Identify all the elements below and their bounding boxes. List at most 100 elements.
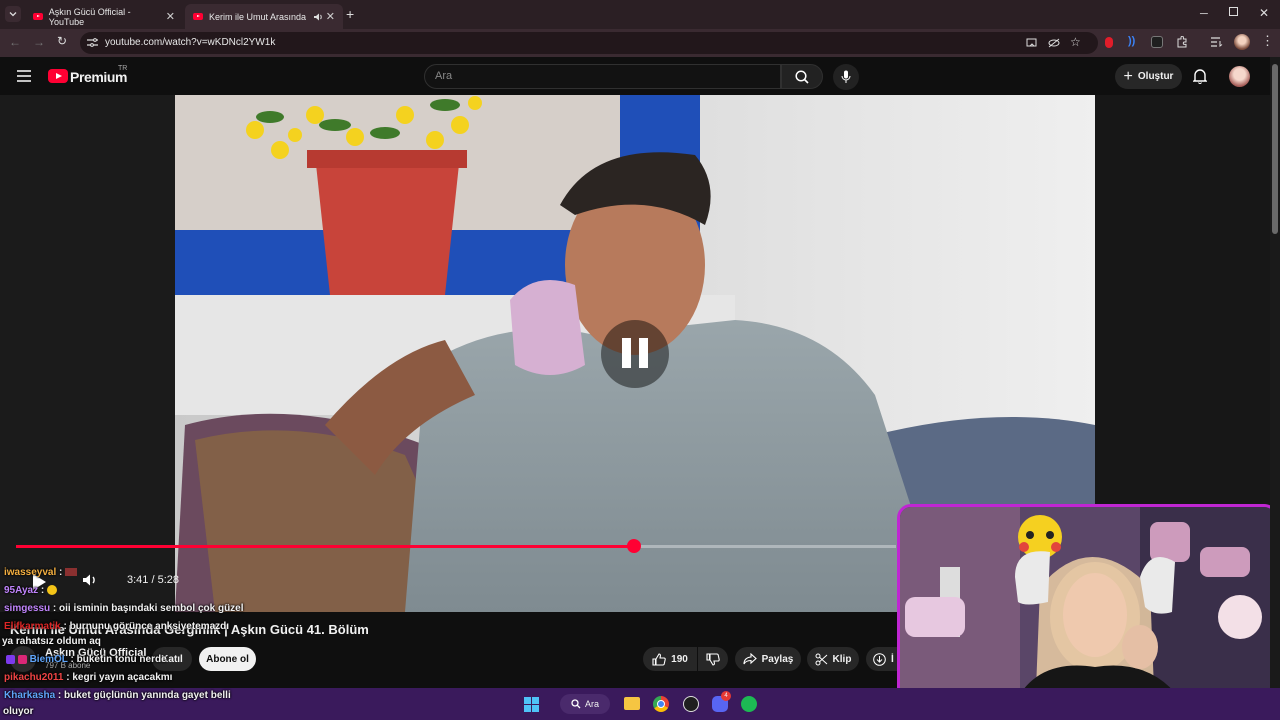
tab-label: Kerim ile Umut Arasında Ge	[209, 11, 307, 22]
chat-message: Elifkarmatik : burnunu görünce anksiyete…	[4, 621, 230, 632]
download-label: İ	[891, 653, 894, 665]
close-tab-icon[interactable]: ✕	[166, 10, 175, 23]
subscribe-button[interactable]: Abone ol	[199, 647, 256, 671]
scrollbar-thumb[interactable]	[1272, 64, 1278, 234]
file-explorer-icon[interactable]	[624, 697, 640, 710]
clip-label: Klip	[832, 653, 852, 665]
chat-user: iwasseyval	[4, 567, 57, 578]
webcam-overlay: ygirlbatman	[897, 504, 1278, 718]
create-label: Oluştur	[1137, 71, 1174, 82]
chat-message: ya rahatsız oldum aq	[2, 636, 101, 647]
chat-user: 95Ayaz	[4, 585, 39, 596]
spotify-icon[interactable]	[741, 696, 757, 712]
like-count: 190	[671, 653, 688, 665]
chat-text: ya rahatsız oldum aq	[2, 636, 101, 647]
audio-playing-icon[interactable]	[313, 12, 323, 22]
tab-search-button[interactable]	[5, 6, 21, 22]
extension-icon[interactable]	[1151, 36, 1163, 48]
windows-start-icon[interactable]	[524, 697, 539, 712]
time-display: 3:41 / 5:28	[127, 574, 179, 586]
reading-list-icon[interactable]	[1211, 37, 1223, 47]
new-tab-button[interactable]: +	[346, 6, 354, 22]
scissors-icon	[815, 653, 827, 665]
chat-message: BiemOL : buketin tonu nerde	[6, 654, 167, 665]
account-avatar[interactable]	[1229, 66, 1250, 87]
browser-menu-icon[interactable]: ⋮	[1261, 33, 1274, 49]
discord-badge: 4	[721, 691, 731, 701]
youtube-favicon-icon	[193, 13, 203, 20]
extension-translate-icon[interactable]: ))	[1128, 35, 1135, 47]
back-icon[interactable]: ←	[9, 35, 21, 49]
plus-icon: +	[1123, 67, 1133, 85]
share-icon	[743, 653, 757, 665]
badge-icon	[17, 654, 27, 664]
reload-icon[interactable]: ↻	[57, 34, 67, 48]
chat-message: pikachu2011 : kegri yayın açacakmı	[4, 672, 173, 683]
chat-text: oluyor	[3, 706, 34, 717]
browser-toolbar: ← → ↻ youtube.com/watch?v=wKDNcl2YW1k ☆ …	[0, 29, 1280, 57]
progress-played	[16, 545, 634, 548]
bookmark-star-icon[interactable]: ☆	[1070, 31, 1081, 53]
hamburger-menu-icon[interactable]	[17, 70, 31, 82]
thumbs-down-icon	[706, 652, 720, 666]
volume-icon[interactable]	[82, 573, 98, 587]
share-label: Paylaş	[761, 653, 794, 665]
chat-message: iwasseyval :	[4, 567, 78, 578]
like-button[interactable]: 190	[643, 647, 697, 671]
eye-slash-icon[interactable]	[1048, 38, 1060, 48]
browser-tab-strip: Aşkın Gücü Official - YouTube ✕ Kerim il…	[0, 0, 1280, 29]
download-icon	[873, 652, 886, 666]
site-settings-icon[interactable]	[87, 38, 98, 48]
clip-button[interactable]: Klip	[807, 647, 859, 671]
chat-message: oluyor	[3, 706, 34, 717]
tab-label: Aşkın Gücü Official - YouTube	[48, 6, 131, 27]
create-button[interactable]: + Oluştur	[1115, 64, 1182, 89]
chat-user: Elifkarmatik	[4, 621, 61, 632]
player-letterbox-left	[0, 95, 175, 612]
forward-icon[interactable]: →	[33, 35, 45, 49]
address-bar[interactable]: youtube.com/watch?v=wKDNcl2YW1k ☆	[80, 32, 1098, 54]
taskbar-search[interactable]: Ara	[560, 694, 610, 714]
url-text: youtube.com/watch?v=wKDNcl2YW1k	[105, 37, 276, 48]
minimize-icon[interactable]: ─	[1200, 8, 1208, 20]
chat-user: BiemOL	[29, 654, 68, 665]
chat-message: Kharkasha : buket güçlünün yanında gayet…	[4, 690, 231, 701]
progress-scrubber[interactable]	[627, 539, 641, 553]
search-icon	[571, 699, 581, 709]
github-icon[interactable]	[683, 696, 699, 712]
search-button[interactable]	[781, 64, 823, 89]
dislike-button[interactable]	[698, 647, 728, 671]
chat-text: oii isminin başındaki sembol çok güzel	[59, 603, 244, 614]
chat-text: burnunu görünce anksiyetemazdı	[69, 621, 230, 632]
extensions-puzzle-icon[interactable]	[1176, 36, 1188, 48]
chat-user: Kharkasha	[4, 690, 56, 701]
taskbar-search-label: Ara	[584, 699, 599, 709]
notifications-bell-icon[interactable]	[1193, 68, 1207, 84]
close-tab-icon[interactable]: ✕	[326, 10, 335, 23]
youtube-logo-icon[interactable]	[48, 69, 68, 83]
tab-kerim-umut[interactable]: Kerim ile Umut Arasında Ge ✕	[185, 4, 343, 29]
chrome-icon[interactable]	[653, 696, 669, 712]
discord-icon[interactable]: 4	[712, 691, 731, 712]
maximize-icon[interactable]	[1229, 7, 1238, 16]
share-button[interactable]: Paylaş	[735, 647, 801, 671]
thumbs-up-icon	[652, 652, 666, 666]
chat-message: 95Ayaz :	[4, 585, 57, 596]
extension-red-icon[interactable]	[1105, 37, 1113, 48]
profile-avatar[interactable]	[1234, 34, 1250, 50]
youtube-header: Premium TR Ara + Oluştur	[0, 57, 1270, 95]
region-code: TR	[118, 65, 128, 72]
voice-search-button[interactable]	[833, 64, 859, 90]
close-window-icon[interactable]: ✕	[1259, 6, 1269, 20]
tab-askin-gucu[interactable]: Aşkın Gücü Official - YouTube ✕	[25, 4, 183, 29]
cast-icon[interactable]	[1026, 38, 1037, 48]
download-button[interactable]: İ	[866, 647, 898, 671]
chat-text: kegri yayın açacakmı	[72, 672, 173, 683]
emote-icon	[65, 568, 78, 577]
chevron-down-icon	[9, 12, 17, 17]
badge-icon	[6, 654, 15, 664]
search-input[interactable]: Ara	[424, 64, 781, 89]
webcam-scene-image: ygirlbatman	[900, 507, 1275, 715]
player-letterbox-right	[1095, 95, 1270, 505]
chat-message: simgessu : oii isminin başındaki sembol …	[4, 603, 244, 614]
